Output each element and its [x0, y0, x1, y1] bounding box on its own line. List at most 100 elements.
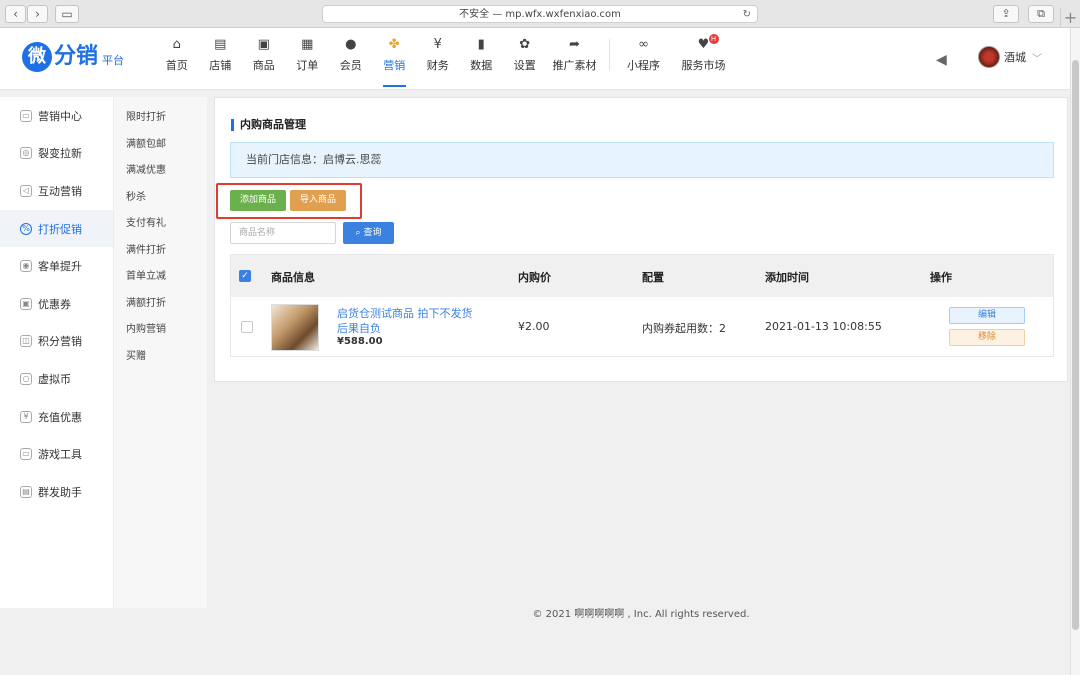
sidebar-item-recharge[interactable]: ¥ 充值优惠	[0, 398, 113, 436]
product-table: ✓ 商品信息 内购价 配置 添加时间 操作 启货仓测试商品 拍下不发货后果自负 …	[230, 254, 1054, 357]
sidebar-item-broadcast[interactable]: ▤ 群发助手	[0, 473, 113, 511]
speaker-icon[interactable]: ◀	[936, 52, 947, 68]
nav-label: 数据	[470, 59, 493, 72]
back-button[interactable]: ‹	[5, 5, 26, 23]
column-header: 添加时间	[765, 271, 809, 284]
gamepad-icon: ▭	[20, 448, 32, 461]
logo-text: 分销	[54, 44, 99, 69]
link-icon: ∞	[638, 37, 649, 52]
nav-promo-materials[interactable]: ➦ 推广素材	[547, 37, 603, 73]
nav-products[interactable]: ▣ 商品	[242, 37, 286, 73]
coin-icon: ○	[20, 372, 32, 385]
nav-shop[interactable]: ▤ 店铺	[199, 37, 243, 73]
nav-orders[interactable]: ▦ 订单	[286, 37, 330, 73]
new-tab-button[interactable]: +	[1060, 8, 1080, 28]
nav-mini-program[interactable]: ∞ 小程序	[616, 37, 672, 73]
nav-settings[interactable]: ✿ 设置	[503, 37, 547, 73]
row-checkbox[interactable]	[241, 321, 253, 333]
nav-service-market[interactable]: ♥ 服务市场 H	[672, 34, 736, 73]
product-name-link[interactable]: 启货仓测试商品 拍下不发货后果自负	[337, 306, 477, 336]
add-product-button[interactable]: 添加商品	[230, 190, 287, 211]
share-button[interactable]: ⇪	[993, 5, 1019, 23]
sidebar-item-discount[interactable]: % 打折促销	[0, 209, 113, 248]
sidebar-primary: ▭ 营销中心 ◎ 裂变拉新 ◁ 互动营销 % 打折促销 ◉ 客单提升 ▣ 优惠券 ◫ 积分营销…	[0, 97, 113, 608]
remove-button[interactable]: 移除	[949, 329, 1025, 346]
column-header: 内购价	[518, 271, 551, 284]
subnav-item[interactable]: 内购营销	[114, 317, 207, 344]
column-header: 操作	[930, 271, 952, 284]
notification-badge: H	[708, 34, 719, 44]
user-menu[interactable]: 酒城 ﹀	[978, 46, 1042, 68]
search-input[interactable]: 商品名称	[230, 222, 336, 244]
forward-button[interactable]: ›	[27, 5, 48, 23]
nav-label: 财务	[426, 59, 449, 72]
boost-icon: ◉	[20, 260, 32, 273]
scrollbar-thumb[interactable]	[1072, 60, 1079, 630]
search-button[interactable]: ⌕ 查询	[343, 222, 394, 244]
points-icon: ◫	[20, 335, 32, 348]
user-name: 酒城	[1004, 51, 1026, 64]
page-title: 内购商品管理	[231, 119, 306, 131]
sidebar-item-fission[interactable]: ◎ 裂变拉新	[0, 135, 113, 173]
nav-label: 营销	[383, 59, 406, 72]
nav-label: 会员	[339, 59, 362, 72]
subnav-item[interactable]: 满减优惠	[114, 158, 207, 185]
clipboard-icon: ▦	[301, 37, 314, 52]
nav-label: 设置	[513, 59, 536, 72]
subnav-item[interactable]: 满额包邮	[114, 132, 207, 159]
browser-toolbar: ‹ › ▭ 不安全 — mp.wfx.wxfenxiao.com ↻ ⇪ ⧉ +	[0, 0, 1080, 28]
subnav-item[interactable]: 支付有礼	[114, 211, 207, 238]
nav-label: 推广素材	[552, 59, 597, 72]
nav-data[interactable]: ▮ 数据	[460, 37, 504, 73]
sidebar-item-label: 打折促销	[38, 222, 82, 236]
gear-icon: ✿	[519, 37, 531, 52]
tabs-button[interactable]: ⧉	[1028, 5, 1054, 23]
main-panel: 内购商品管理 当前门店信息：启博云.思蕊 添加商品 导入商品 商品名称 ⌕ 查询…	[214, 97, 1068, 382]
import-product-button[interactable]: 导入商品	[290, 190, 347, 211]
address-bar[interactable]: 不安全 — mp.wfx.wxfenxiao.com ↻	[322, 5, 758, 23]
subnav-item[interactable]: 限时打折	[114, 105, 207, 132]
table-row: 启货仓测试商品 拍下不发货后果自负 ¥588.00 ¥2.00 内购券起用数：2…	[231, 297, 1053, 358]
main-nav: ⌂ 首页 ▤ 店铺 ▣ 商品 ▦ 订单 ● 会员 ✤ 营销 ¥ 财务 ▮ 数据 ✿ 设置 ➦ 推广素…	[155, 34, 736, 87]
sidebar-item-coupons[interactable]: ▣ 优惠券	[0, 285, 113, 323]
logo[interactable]: 微 分销 平台	[22, 42, 124, 72]
reload-icon[interactable]: ↻	[743, 6, 751, 23]
nav-home[interactable]: ⌂ 首页	[155, 37, 199, 73]
subnav-item[interactable]: 满额打折	[114, 291, 207, 318]
share-icon: ⇪	[1001, 7, 1011, 20]
subnav-item[interactable]: 秒杀	[114, 185, 207, 212]
nav-finance[interactable]: ¥ 财务	[416, 37, 460, 73]
yen-icon: ¥	[433, 37, 442, 52]
select-all-checkbox[interactable]: ✓	[239, 270, 251, 282]
nav-marketing[interactable]: ✤ 营销	[373, 37, 417, 87]
sidebar-item-label: 客单提升	[38, 260, 82, 274]
page-scrollbar[interactable]	[1070, 28, 1080, 675]
subnav-item[interactable]: 买赠	[114, 344, 207, 371]
chevron-right-icon: ›	[35, 7, 40, 21]
sidebar-item-games[interactable]: ▭ 游戏工具	[0, 435, 113, 473]
sidebar-toggle-button[interactable]: ▭	[55, 5, 79, 23]
product-price: ¥588.00	[337, 336, 383, 347]
send-icon: ◁	[20, 184, 32, 197]
chevron-down-icon: ﹀	[1032, 53, 1042, 65]
tabs-icon: ⧉	[1037, 7, 1045, 20]
inner-price: ¥2.00	[518, 320, 550, 333]
subnav-item[interactable]: 首单立减	[114, 264, 207, 291]
sidebar-item-interactive[interactable]: ◁ 互动营销	[0, 172, 113, 210]
nav-members[interactable]: ● 会员	[329, 37, 373, 73]
edit-button[interactable]: 编辑	[949, 307, 1025, 324]
logo-mark: 微	[22, 42, 52, 72]
subnav-item[interactable]: 满件打折	[114, 238, 207, 265]
nav-label: 服务市场	[681, 59, 726, 72]
users-icon: ●	[345, 37, 357, 52]
sidebar-item-points[interactable]: ◫ 积分营销	[0, 323, 113, 361]
column-header: 商品信息	[271, 271, 315, 284]
sidebar-item-label: 游戏工具	[38, 448, 82, 462]
sidebar-item-virtual-coin[interactable]: ○ 虚拟币	[0, 360, 113, 398]
url-text: 不安全 — mp.wfx.wxfenxiao.com	[459, 9, 621, 20]
sidebar-item-order-boost[interactable]: ◉ 客单提升	[0, 247, 113, 285]
yen-icon: ¥	[20, 410, 32, 423]
sidebar-item-marketing-center[interactable]: ▭ 营销中心	[0, 97, 113, 135]
sidebar-item-label: 裂变拉新	[38, 147, 82, 161]
footer-copyright: © 2021 啊啊啊啊啊 , Inc. All rights reserved.	[532, 609, 750, 620]
